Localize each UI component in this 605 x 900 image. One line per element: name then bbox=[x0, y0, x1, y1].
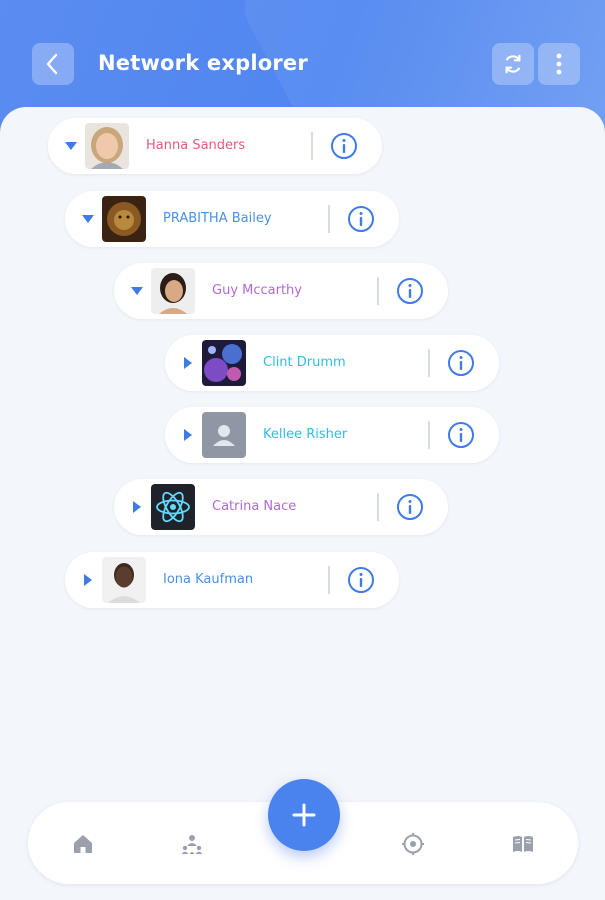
node-name: Kellee Risher bbox=[263, 427, 348, 442]
tree-node-clint-drumm[interactable]: Clint Drumm bbox=[165, 335, 499, 391]
page-title: Network explorer bbox=[98, 51, 308, 75]
info-button[interactable] bbox=[347, 205, 375, 233]
divider bbox=[311, 132, 313, 160]
info-button[interactable] bbox=[396, 493, 424, 521]
caret-down-icon bbox=[82, 215, 94, 223]
node-name: PRABITHA Bailey bbox=[163, 211, 272, 226]
tree-node-catrina-nace[interactable]: Catrina Nace bbox=[114, 479, 448, 535]
nav-home[interactable] bbox=[71, 832, 95, 856]
back-button[interactable] bbox=[32, 43, 74, 85]
info-circle-icon bbox=[348, 567, 374, 593]
avatar bbox=[102, 557, 146, 603]
avatar bbox=[85, 123, 129, 169]
caret-right-icon bbox=[84, 574, 92, 586]
info-button[interactable] bbox=[347, 566, 375, 594]
divider bbox=[377, 493, 379, 521]
avatar bbox=[151, 484, 195, 530]
node-name: Hanna Sanders bbox=[146, 138, 246, 153]
expand-toggle[interactable] bbox=[130, 500, 144, 514]
tree-node-iona-kaufman[interactable]: Iona Kaufman bbox=[65, 552, 399, 608]
tree-node-prabitha-bailey[interactable]: PRABITHA Bailey bbox=[65, 191, 399, 247]
abstract-art-image bbox=[202, 340, 246, 386]
more-vertical-icon bbox=[556, 53, 562, 75]
expand-toggle[interactable] bbox=[81, 573, 95, 587]
man-portrait-image bbox=[102, 557, 146, 603]
tree-node-kellee-risher[interactable]: Kellee Risher bbox=[165, 407, 499, 463]
info-button[interactable] bbox=[447, 421, 475, 449]
caret-down-icon bbox=[65, 142, 77, 150]
home-icon bbox=[74, 835, 92, 853]
node-name: Clint Drumm bbox=[263, 355, 346, 370]
add-button[interactable] bbox=[268, 779, 340, 851]
tree-node-hanna-sanders[interactable]: Hanna Sanders bbox=[48, 118, 382, 174]
caret-right-icon bbox=[184, 357, 192, 369]
expand-toggle[interactable] bbox=[130, 284, 144, 298]
expand-toggle[interactable] bbox=[181, 356, 195, 370]
node-name: Iona Kaufman bbox=[163, 572, 254, 587]
expand-toggle[interactable] bbox=[64, 139, 78, 153]
more-options-button[interactable] bbox=[538, 43, 580, 85]
info-circle-icon bbox=[448, 350, 474, 376]
info-button[interactable] bbox=[447, 349, 475, 377]
info-circle-icon bbox=[348, 206, 374, 232]
nav-target[interactable] bbox=[401, 832, 425, 856]
chevron-left-icon bbox=[46, 53, 58, 75]
react-logo-icon bbox=[151, 484, 195, 530]
default-user-icon bbox=[202, 412, 246, 458]
divider bbox=[428, 421, 430, 449]
lion-image bbox=[102, 196, 146, 242]
woman-portrait-image bbox=[151, 268, 195, 314]
people-network-icon bbox=[181, 835, 203, 854]
info-circle-icon bbox=[331, 133, 357, 159]
avatar bbox=[202, 412, 246, 458]
info-circle-icon bbox=[397, 494, 423, 520]
book-icon bbox=[513, 836, 533, 852]
divider bbox=[328, 566, 330, 594]
nav-network[interactable] bbox=[180, 832, 204, 856]
avatar bbox=[202, 340, 246, 386]
avatar bbox=[102, 196, 146, 242]
info-button[interactable] bbox=[330, 132, 358, 160]
tree-node-guy-mccarthy[interactable]: Guy Mccarthy bbox=[114, 263, 448, 319]
caret-right-icon bbox=[133, 501, 141, 513]
refresh-button[interactable] bbox=[492, 43, 534, 85]
divider bbox=[428, 349, 430, 377]
node-name: Catrina Nace bbox=[212, 499, 297, 514]
expand-toggle[interactable] bbox=[81, 212, 95, 226]
info-circle-icon bbox=[448, 422, 474, 448]
caret-down-icon bbox=[131, 287, 143, 295]
node-name: Guy Mccarthy bbox=[212, 283, 302, 298]
expand-toggle[interactable] bbox=[181, 428, 195, 442]
caret-right-icon bbox=[184, 429, 192, 441]
refresh-icon bbox=[505, 54, 521, 74]
divider bbox=[377, 277, 379, 305]
nav-book[interactable] bbox=[511, 832, 535, 856]
divider bbox=[328, 205, 330, 233]
woman-portrait-image bbox=[85, 123, 129, 169]
info-circle-icon bbox=[397, 278, 423, 304]
avatar bbox=[151, 268, 195, 314]
info-button[interactable] bbox=[396, 277, 424, 305]
target-icon bbox=[402, 833, 424, 855]
add-icon bbox=[292, 803, 316, 827]
